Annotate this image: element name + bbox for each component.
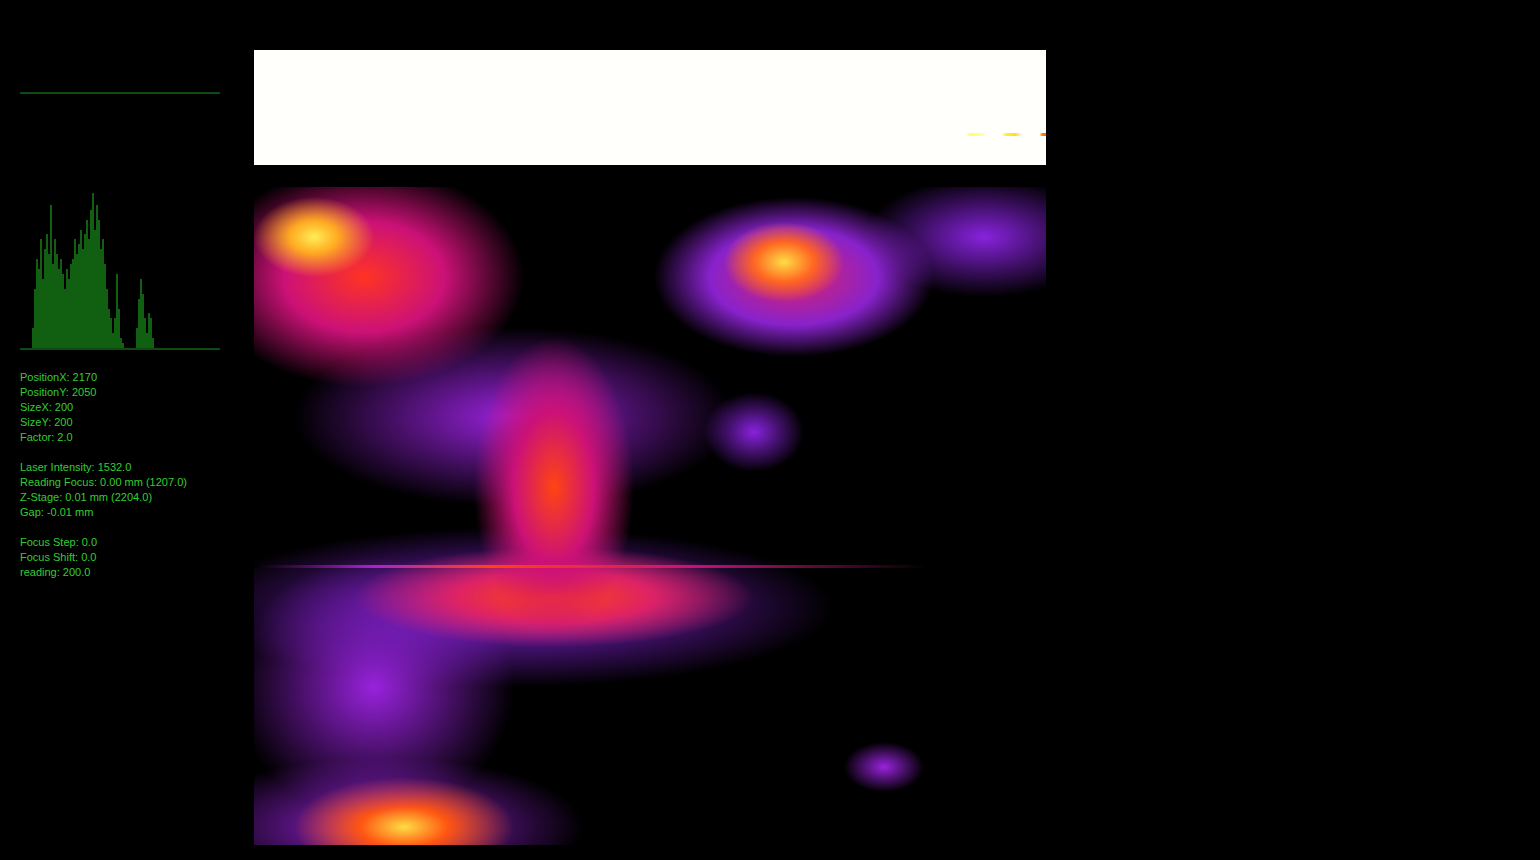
info-line: Gap: -0.01 mm [20, 505, 220, 520]
info-line: reading: 200.0 [20, 565, 220, 580]
info-line: Focus Step: 0.0 [20, 535, 220, 550]
info-group: Laser Intensity: 1532.0Reading Focus: 0.… [20, 460, 220, 520]
info-line: PositionY: 2050 [20, 385, 220, 400]
histogram-bar [122, 343, 124, 348]
info-text: PositionX: 2170PositionY: 2050SizeX: 200… [20, 370, 220, 580]
info-line: Laser Intensity: 1532.0 [20, 460, 220, 475]
info-panel: PositionX: 2170PositionY: 2050SizeX: 200… [20, 0, 220, 845]
info-line: Factor: 2.0 [20, 430, 220, 445]
info-line: PositionX: 2170 [20, 370, 220, 385]
info-line: Reading Focus: 0.00 mm (1207.0) [20, 475, 220, 490]
histogram-bar [152, 338, 154, 348]
scan-image[interactable] [254, 187, 1046, 845]
info-line: SizeX: 200 [20, 400, 220, 415]
preview-marks [966, 133, 1046, 136]
info-line: Focus Shift: 0.0 [20, 550, 220, 565]
info-group: PositionX: 2170PositionY: 2050SizeX: 200… [20, 370, 220, 445]
image-area [254, 0, 1046, 845]
histogram [20, 190, 220, 350]
info-group: Focus Step: 0.0Focus Shift: 0.0reading: … [20, 535, 220, 580]
scan-seam [254, 565, 1046, 568]
divider-line [20, 92, 220, 94]
info-line: Z-Stage: 0.01 mm (2204.0) [20, 490, 220, 505]
info-line: SizeY: 200 [20, 415, 220, 430]
preview-strip [254, 50, 1046, 165]
app-window: PositionX: 2170PositionY: 2050SizeX: 200… [0, 0, 1540, 845]
